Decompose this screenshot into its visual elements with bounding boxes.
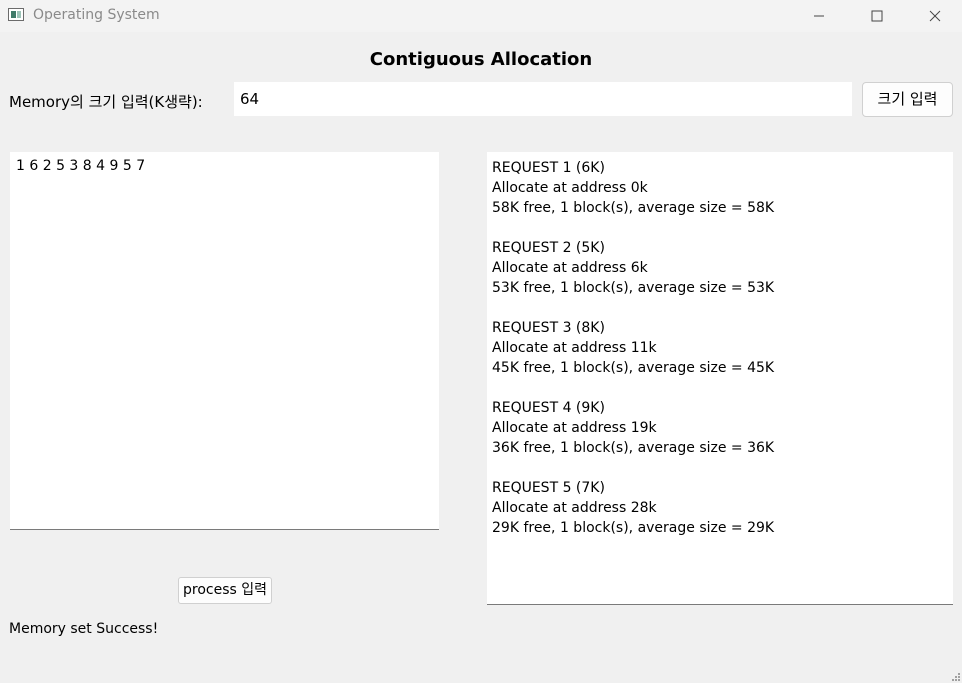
set-size-button[interactable]: 크기 입력	[862, 82, 953, 117]
window-title: Operating System	[33, 7, 160, 23]
log-entry: REQUEST 1 (6K) Allocate at address 0k 58…	[492, 158, 948, 218]
log-entry: REQUEST 4 (9K) Allocate at address 19k 3…	[492, 398, 948, 458]
log-allocate: Allocate at address 0k	[492, 180, 648, 196]
maximize-icon	[871, 10, 883, 22]
app-icon	[8, 8, 24, 21]
title-bar[interactable]: Operating System	[0, 0, 962, 32]
maximize-button[interactable]	[848, 0, 906, 32]
close-icon	[929, 10, 941, 22]
main-window: Operating System Contiguous Allocation M…	[0, 0, 962, 683]
minimize-icon	[814, 15, 824, 17]
log-request: REQUEST 1 (6K)	[492, 160, 605, 176]
log-request: REQUEST 4 (9K)	[492, 400, 605, 416]
log-summary: 29K free, 1 block(s), average size = 29K	[492, 520, 775, 536]
page-heading: Contiguous Allocation	[369, 49, 593, 70]
log-request: REQUEST 5 (7K)	[492, 480, 605, 496]
memory-size-label: Memory의 크기 입력(K생략):	[9, 93, 203, 111]
log-entry: REQUEST 3 (8K) Allocate at address 11k 4…	[492, 318, 948, 378]
close-button[interactable]	[906, 0, 962, 32]
log-request: REQUEST 3 (8K)	[492, 320, 605, 336]
process-input-area[interactable]: 1 6 2 5 3 8 4 9 5 7	[10, 152, 439, 530]
log-entry: REQUEST 5 (7K) Allocate at address 28k 2…	[492, 478, 948, 538]
allocation-log[interactable]: REQUEST 1 (6K) Allocate at address 0k 58…	[487, 152, 953, 605]
status-message: Memory set Success!	[9, 621, 159, 637]
memory-size-input[interactable]	[234, 82, 852, 116]
log-allocate: Allocate at address 6k	[492, 260, 648, 276]
log-summary: 45K free, 1 block(s), average size = 45K	[492, 360, 775, 376]
log-entry: REQUEST 2 (5K) Allocate at address 6k 53…	[492, 238, 948, 298]
minimize-button[interactable]	[790, 0, 848, 32]
log-request: REQUEST 2 (5K)	[492, 240, 605, 256]
log-summary: 58K free, 1 block(s), average size = 58K	[492, 200, 775, 216]
log-summary: 53K free, 1 block(s), average size = 53K	[492, 280, 775, 296]
log-allocate: Allocate at address 28k	[492, 500, 657, 516]
process-submit-button[interactable]: process 입력	[178, 577, 272, 604]
log-allocate: Allocate at address 11k	[492, 340, 657, 356]
resize-grip-icon[interactable]	[952, 673, 960, 681]
log-allocate: Allocate at address 19k	[492, 420, 657, 436]
log-summary: 36K free, 1 block(s), average size = 36K	[492, 440, 775, 456]
